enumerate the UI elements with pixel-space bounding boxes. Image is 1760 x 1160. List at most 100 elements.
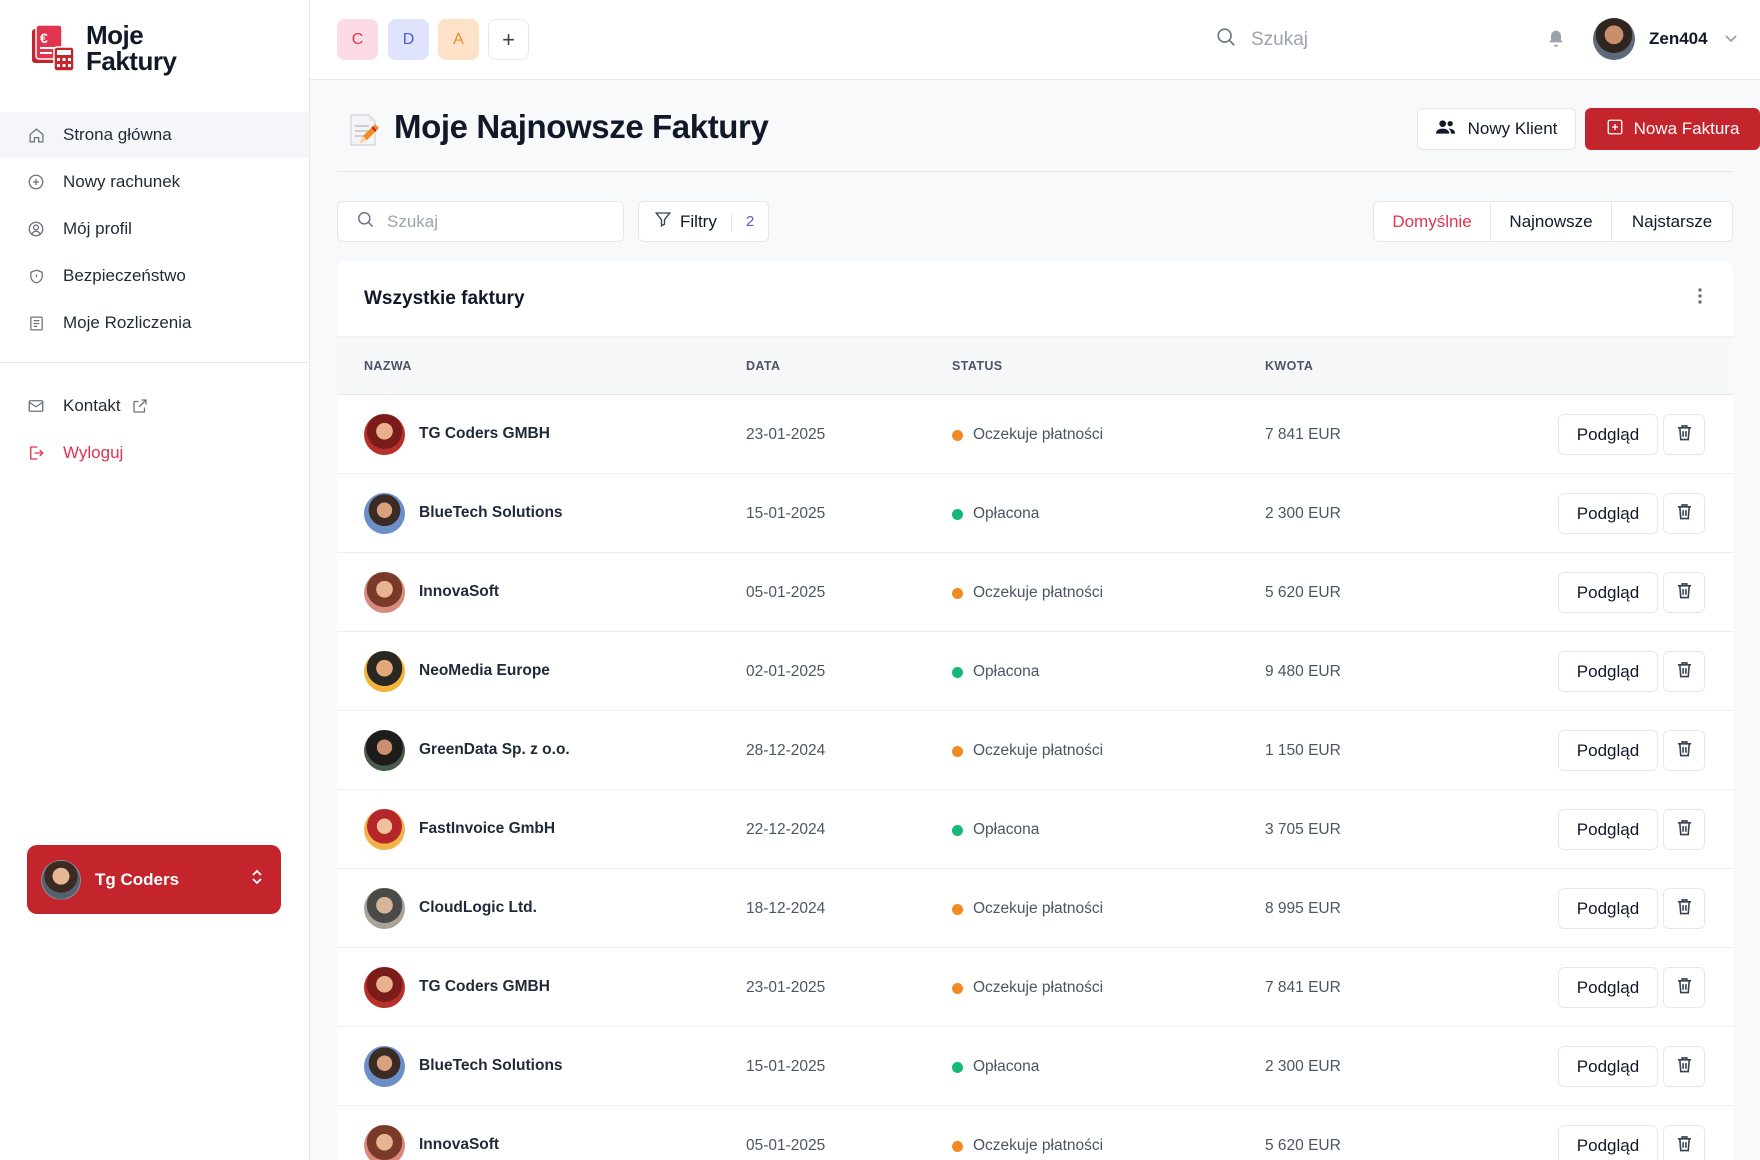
workspace-chip-a[interactable]: A	[438, 19, 479, 60]
sort-option-oldest[interactable]: Najstarsze	[1612, 202, 1732, 241]
client-avatar	[364, 1046, 405, 1087]
view-invoice-button[interactable]: Podgląd	[1558, 967, 1658, 1008]
global-search-input[interactable]: Szukaj	[1251, 29, 1308, 51]
view-invoice-button[interactable]: Podgląd	[1558, 414, 1658, 455]
invoice-amount: 9 480 EUR	[1265, 663, 1341, 680]
client-name: TG Coders GMBH	[419, 978, 550, 995]
delete-invoice-button[interactable]	[1663, 967, 1705, 1008]
plus-circle-icon	[27, 173, 45, 191]
table-row[interactable]: TG Coders GMBH 23-01-2025 Oczekuje płatnoś…	[337, 395, 1733, 474]
invoice-amount: 5 620 EUR	[1265, 584, 1341, 601]
bell-icon[interactable]	[1546, 28, 1566, 55]
status-badge: Oczekuje płatności	[952, 979, 1103, 997]
filters-button[interactable]: Filtry 2	[638, 201, 769, 242]
view-invoice-button[interactable]: Podgląd	[1558, 1125, 1658, 1160]
sidebar-item-new-bill[interactable]: Nowy rachunek	[0, 159, 309, 205]
client-name: FastInvoice GmbH	[419, 820, 556, 837]
sort-option-newest[interactable]: Najnowsze	[1491, 202, 1612, 241]
trash-icon	[1677, 1135, 1692, 1157]
search-icon	[1215, 26, 1237, 54]
sidebar-item-label: Nowy rachunek	[63, 172, 181, 191]
account-name: Tg Coders	[95, 869, 180, 889]
new-client-button[interactable]: Nowy Klient	[1417, 108, 1576, 150]
invoice-amount: 7 841 EUR	[1265, 426, 1341, 443]
delete-invoice-button[interactable]	[1663, 809, 1705, 850]
view-invoice-button[interactable]: Podgląd	[1558, 493, 1658, 534]
sidebar-item-profile[interactable]: Mój profil	[0, 206, 309, 252]
delete-invoice-button[interactable]	[1663, 414, 1705, 455]
table-row[interactable]: BlueTech Solutions 15-01-2025 Opłacona 2 30…	[337, 1027, 1733, 1106]
sidebar-item-logout[interactable]: Wyloguj	[0, 430, 309, 476]
view-invoice-button[interactable]: Podgląd	[1558, 730, 1658, 771]
client-avatar	[364, 493, 405, 534]
table-row[interactable]: BlueTech Solutions 15-01-2025 Opłacona 2 30…	[337, 474, 1733, 553]
invoice-date: 18-12-2024	[746, 900, 826, 917]
view-invoice-button[interactable]: Podgląd	[1558, 1046, 1658, 1087]
workspace-chip-d[interactable]: D	[388, 19, 429, 60]
column-header-amount[interactable]: KWOTA	[1265, 359, 1313, 373]
global-search[interactable]: Szukaj	[1215, 26, 1308, 54]
table-row[interactable]: InnovaSoft 05-01-2025 Oczekuje płatności 5 …	[337, 553, 1733, 632]
sidebar-item-settlements[interactable]: Moje Rozliczenia	[0, 300, 309, 346]
status-dot-icon	[952, 1061, 963, 1073]
view-invoice-button[interactable]: Podgląd	[1558, 888, 1658, 929]
table-row[interactable]: FastInvoice GmbH 22-12-2024 Opłacona 3 705 …	[337, 790, 1733, 869]
filters-count-badge: 2	[745, 213, 755, 230]
add-workspace-button[interactable]: +	[488, 19, 529, 60]
trash-icon	[1677, 898, 1692, 920]
table-row[interactable]: NeoMedia Europe 02-01-2025 Opłacona 9 480 E…	[337, 632, 1733, 711]
user-menu[interactable]: Zen404	[1593, 18, 1738, 60]
delete-invoice-button[interactable]	[1663, 888, 1705, 929]
app-logo[interactable]: € Moje Faktury	[28, 22, 177, 74]
view-invoice-button[interactable]: Podgląd	[1558, 572, 1658, 613]
client-avatar	[364, 1125, 405, 1160]
invoice-logo-icon: €	[28, 23, 78, 73]
sidebar-item-security[interactable]: Bezpieczeństwo	[0, 253, 309, 299]
new-invoice-label: Nowa Faktura	[1633, 119, 1740, 138]
more-vertical-icon[interactable]	[1697, 287, 1703, 310]
client-avatar	[364, 651, 405, 692]
invoice-amount: 8 995 EUR	[1265, 900, 1341, 917]
workspace-chip-c[interactable]: C	[337, 19, 378, 60]
plus-square-icon	[1606, 118, 1624, 141]
avatar	[41, 859, 81, 900]
trash-icon	[1677, 424, 1692, 446]
invoice-date: 15-01-2025	[746, 505, 826, 522]
column-header-name[interactable]: NAZWA	[364, 359, 412, 373]
new-invoice-button[interactable]: Nowa Faktura	[1585, 108, 1760, 150]
invoice-date: 23-01-2025	[746, 979, 826, 996]
sidebar: € Moje Faktury Strona główna Nowy rachun…	[0, 0, 310, 1160]
account-switcher[interactable]: Tg Coders	[27, 845, 281, 914]
invoice-amount: 7 841 EUR	[1265, 979, 1341, 996]
status-badge: Opłacona	[952, 1058, 1039, 1076]
delete-invoice-button[interactable]	[1663, 572, 1705, 613]
table-row[interactable]: GreenData Sp. z o.o. 28-12-2024 Oczekuje p…	[337, 711, 1733, 790]
invoice-date: 05-01-2025	[746, 584, 826, 601]
status-label: Oczekuje płatności	[973, 979, 1104, 996]
table-row[interactable]: TG Coders GMBH 23-01-2025 Oczekuje płatnoś…	[337, 948, 1733, 1027]
view-invoice-button[interactable]: Podgląd	[1558, 651, 1658, 692]
new-client-label: Nowy Klient	[1467, 119, 1558, 138]
sidebar-nav: Strona główna Nowy rachunek Mój profil B…	[0, 112, 309, 347]
view-invoice-button[interactable]: Podgląd	[1558, 809, 1658, 850]
column-header-date[interactable]: DATA	[746, 359, 780, 373]
client-name: InnovaSoft	[419, 1136, 500, 1153]
delete-invoice-button[interactable]	[1663, 1125, 1705, 1160]
sidebar-item-home[interactable]: Strona główna	[0, 112, 309, 158]
column-header-status[interactable]: STATUS	[952, 359, 1003, 373]
status-label: Opłacona	[973, 663, 1040, 680]
client-avatar	[364, 809, 405, 850]
users-icon	[1435, 119, 1456, 140]
topbar: C D A + Szukaj Zen404	[310, 0, 1760, 80]
delete-invoice-button[interactable]	[1663, 1046, 1705, 1087]
invoice-amount: 2 300 EUR	[1265, 505, 1341, 522]
delete-invoice-button[interactable]	[1663, 730, 1705, 771]
client-avatar	[364, 572, 405, 613]
delete-invoice-button[interactable]	[1663, 493, 1705, 534]
sort-option-default[interactable]: Domyślnie	[1374, 202, 1491, 241]
table-row[interactable]: CloudLogic Ltd. 18-12-2024 Oczekuje płatno…	[337, 869, 1733, 948]
sidebar-item-contact[interactable]: Kontakt	[0, 383, 309, 429]
delete-invoice-button[interactable]	[1663, 651, 1705, 692]
invoice-search-input[interactable]: Szukaj	[337, 201, 624, 242]
table-row[interactable]: InnovaSoft 05-01-2025 Oczekuje płatności 5 …	[337, 1106, 1733, 1160]
